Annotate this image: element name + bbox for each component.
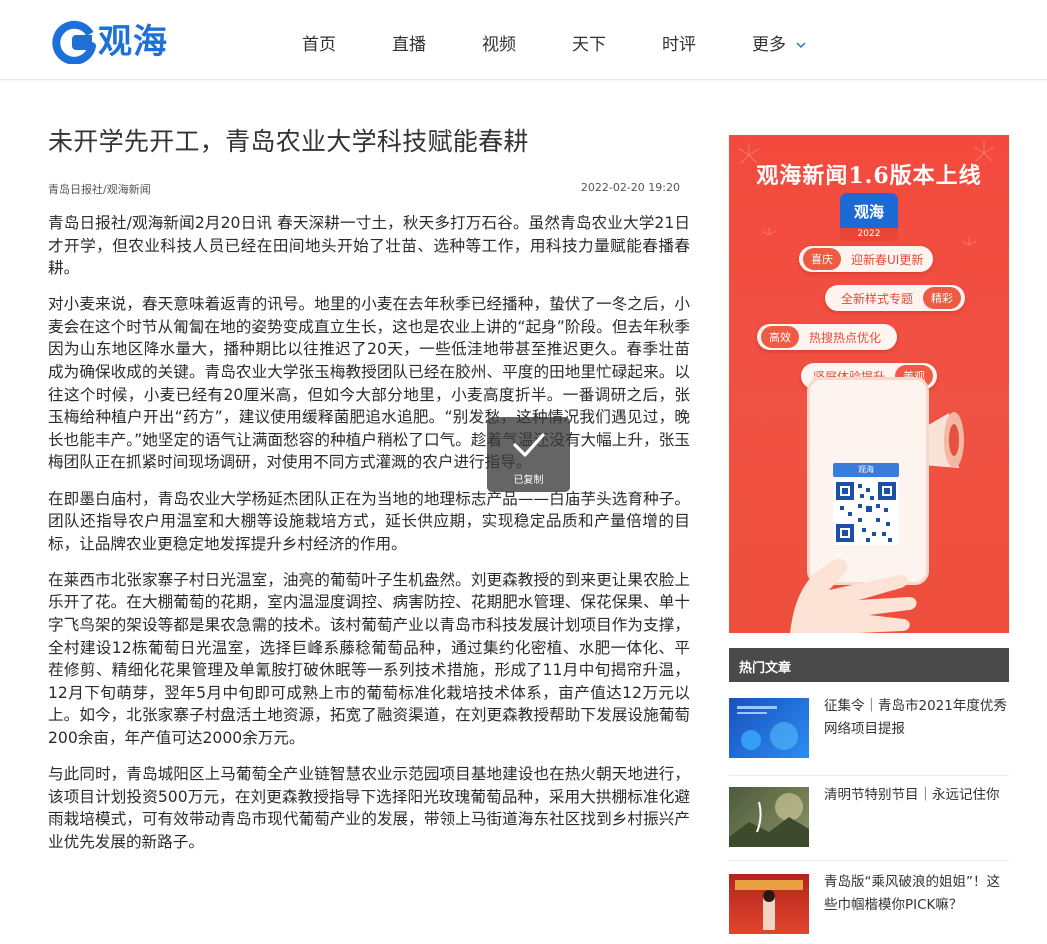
hot-article-thumbnail[interactable] bbox=[729, 874, 809, 934]
nav-item-live[interactable]: 直播 bbox=[392, 33, 426, 57]
nav-more-label: 更多 bbox=[752, 35, 786, 55]
article-source: 青岛日报社/观海新闻 bbox=[48, 183, 151, 196]
toast-label: 已复制 bbox=[513, 475, 544, 486]
logo-g-icon bbox=[52, 20, 96, 64]
article-time: 2022-02-20 19:20 bbox=[580, 181, 680, 194]
feature-text: 迎新春UI更新 bbox=[851, 252, 924, 267]
copied-toast: 已复制 bbox=[487, 417, 570, 492]
hot-article-item[interactable]: 清明节特别节目｜永远记住你 bbox=[729, 787, 1009, 861]
hot-articles-title: 热门文章 bbox=[739, 661, 792, 676]
article-paragraph: 青岛日报社/观海新闻2月20日讯 春天深耕一寸土，秋天多打万石谷。虽然青岛农业大… bbox=[48, 214, 690, 278]
logo-text: 观海 bbox=[98, 22, 168, 62]
article-paragraph: 在即墨白庙村，青岛农业大学杨延杰团队正在为当地的地理标志产品——白庙芋头选育种子… bbox=[48, 489, 690, 553]
nav-item-commentary[interactable]: 时评 bbox=[662, 33, 696, 57]
feature-tag: 精彩 bbox=[923, 287, 962, 309]
article-title: 未开学先开工，青岛农业大学科技赋能春耕 bbox=[48, 127, 529, 156]
banner-title: 观海新闻1.6版本上线 bbox=[756, 163, 982, 189]
hot-article-title[interactable]: 青岛版“乘风破浪的姐姐”！这些巾帼楷模你PICK嘛？ bbox=[824, 871, 1009, 917]
hot-article-item[interactable]: 青岛版“乘风破浪的姐姐”！这些巾帼楷模你PICK嘛？ bbox=[729, 874, 1009, 944]
hot-article-title[interactable]: 清明节特别节目｜永远记住你 bbox=[824, 784, 1009, 807]
app-icon-year: 2022 bbox=[840, 228, 898, 241]
hand-illustration-icon bbox=[790, 558, 917, 633]
thumbnail-graphic-icon bbox=[729, 793, 809, 847]
nav-item-video[interactable]: 视频 bbox=[482, 33, 516, 57]
article-body: 青岛日报社/观海新闻2月20日讯 春天深耕一寸土，秋天多打万石谷。虽然青岛农业大… bbox=[48, 212, 690, 853]
hot-article-title[interactable]: 征集令｜青岛市2021年度优秀网络项目提报 bbox=[824, 695, 1009, 741]
chevron-down-icon bbox=[796, 42, 806, 48]
thumbnail-graphic-icon bbox=[737, 706, 798, 750]
article-paragraph: 对小麦来说，春天意味着返青的讯号。地里的小麦在去年秋季已经播种，蛰伏了一冬之后，… bbox=[48, 295, 690, 472]
checkmark-icon bbox=[513, 433, 545, 457]
main-nav: 首页 直播 视频 天下 时评 更多 bbox=[302, 33, 862, 57]
site-header: 观海 首页 直播 视频 天下 时评 更多 bbox=[0, 0, 1047, 80]
thumbnail-graphic-icon bbox=[735, 880, 803, 930]
nav-item-home[interactable]: 首页 bbox=[302, 33, 336, 57]
app-icon: 观海 2022 bbox=[840, 193, 898, 241]
article-paragraph: 在莱西市北张家寨子村日光温室，油亮的葡萄叶子生机盎然。刘更森教授的到来更让果农脸… bbox=[48, 570, 690, 747]
feature-pill: 高效 热搜热点优化 bbox=[757, 324, 898, 350]
hot-article-item[interactable]: 征集令｜青岛市2021年度优秀网络项目提报 bbox=[729, 698, 1009, 776]
app-promo-banner[interactable]: 观海新闻1.6版本上线 观海 2022 喜庆 迎新春UI更新 全新样式专题 精彩… bbox=[729, 135, 1009, 633]
feature-tag: 高效 bbox=[761, 326, 799, 348]
feature-text: 热搜热点优化 bbox=[809, 330, 882, 345]
nav-item-more[interactable]: 更多 bbox=[752, 33, 806, 57]
site-logo[interactable]: 观海 bbox=[52, 20, 168, 64]
hot-article-thumbnail[interactable] bbox=[729, 698, 809, 758]
qr-label: 观海 bbox=[833, 463, 899, 477]
feature-pill: 全新样式专题 精彩 bbox=[825, 285, 966, 311]
article-paragraph: 与此同时，青岛城阳区上马葡萄全产业链智慧农业示范园项目基地建设也在热火朝天地进行… bbox=[48, 765, 690, 851]
hot-article-thumbnail[interactable] bbox=[729, 787, 809, 847]
feature-tag: 喜庆 bbox=[803, 248, 841, 270]
feature-text: 全新样式专题 bbox=[841, 291, 914, 306]
article: 未开学先开工，青岛农业大学科技赋能春耕 青岛日报社/观海新闻 2022-02-2… bbox=[48, 125, 690, 867]
app-icon-name: 观海 bbox=[853, 203, 884, 221]
nav-item-world[interactable]: 天下 bbox=[572, 33, 606, 57]
hot-articles-header: 热门文章 bbox=[729, 648, 1009, 682]
article-meta: 青岛日报社/观海新闻 2022-02-20 19:20 bbox=[48, 178, 690, 198]
feature-pill: 喜庆 迎新春UI更新 bbox=[799, 246, 934, 272]
